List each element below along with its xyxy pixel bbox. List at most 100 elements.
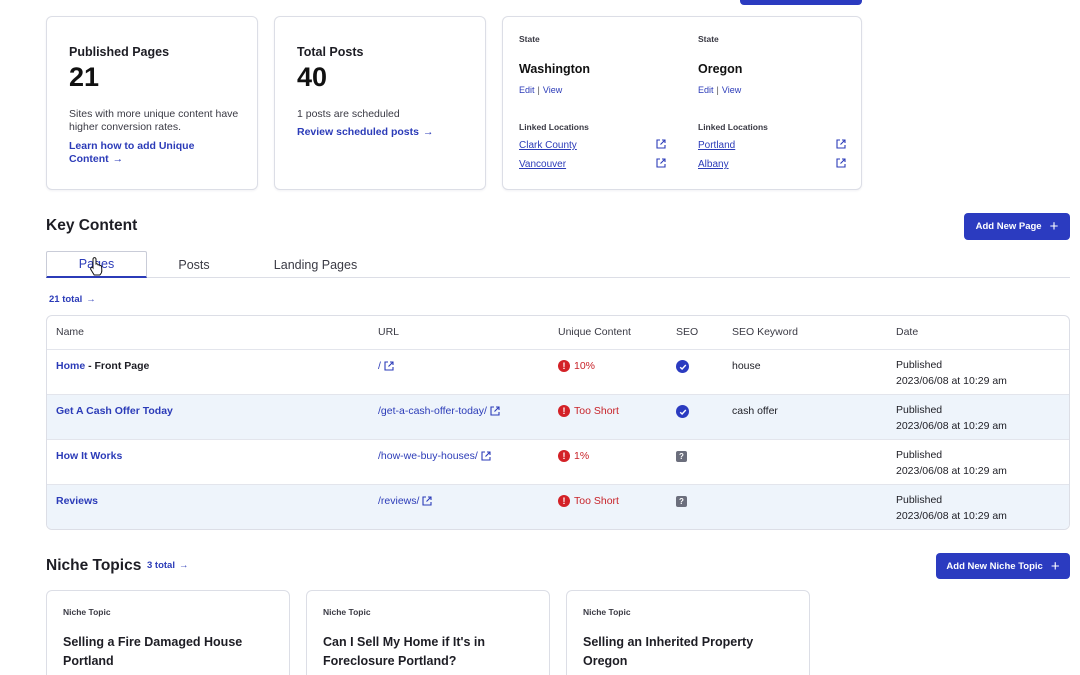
row-name: Get A Cash Offer Today	[56, 405, 173, 417]
view-link[interactable]: View	[543, 85, 562, 95]
niche-topic-card[interactable]: Niche Topic Selling an Inherited Propert…	[566, 590, 810, 675]
pages-total-label: 21 total	[49, 294, 83, 305]
niche-total-link[interactable]: 3 total →	[147, 560, 188, 571]
published-pages-count: 21	[69, 62, 100, 92]
column-header-url[interactable]: URL	[378, 326, 399, 338]
page-url[interactable]: /get-a-cash-offer-today/	[378, 405, 487, 417]
question-mark-icon: ?	[676, 451, 687, 462]
state-name-oregon: Oregon	[698, 62, 743, 76]
total-posts-desc: 1 posts are scheduled	[297, 108, 400, 120]
page-name-link[interactable]: Home	[56, 360, 85, 372]
table-row[interactable]: Get A Cash Offer Today /get-a-cash-offer…	[47, 394, 1069, 439]
row-date: Published 2023/06/08 at 10:29 am	[896, 492, 1007, 524]
location-link-clark-county[interactable]: Clark County	[519, 140, 577, 151]
row-seo: ?	[676, 450, 687, 462]
page-date: 2023/06/08 at 10:29 am	[896, 420, 1007, 432]
row-date: Published 2023/06/08 at 10:29 am	[896, 402, 1007, 434]
niche-total-label: 3 total	[147, 560, 175, 571]
arrow-right-icon: →	[422, 126, 434, 138]
edit-link[interactable]: Edit	[519, 85, 535, 95]
add-new-niche-topic-label: Add New Niche Topic	[946, 560, 1043, 572]
column-header-seo-keyword[interactable]: SEO Keyword	[732, 326, 798, 338]
row-date: Published 2023/06/08 at 10:29 am	[896, 447, 1007, 479]
page-status: Published	[896, 449, 943, 461]
location-link-vancouver[interactable]: Vancouver	[519, 159, 566, 170]
pages-total-link[interactable]: 21 total →	[49, 294, 96, 305]
page-date: 2023/06/08 at 10:29 am	[896, 375, 1007, 387]
unique-content-link-label: Learn how to add Unique Content	[69, 140, 195, 165]
page-name-link[interactable]: Get A Cash Offer Today	[56, 405, 173, 417]
location-link-albany[interactable]: Albany	[698, 159, 729, 170]
page-name-link[interactable]: How It Works	[56, 450, 122, 462]
column-header-seo[interactable]: SEO	[676, 326, 698, 338]
published-pages-desc: Sites with more unique content have high…	[69, 108, 239, 133]
view-link[interactable]: View	[722, 85, 741, 95]
row-unique-content: ! 10%	[558, 360, 595, 372]
top-action-button[interactable]	[740, 0, 862, 5]
alert-icon: !	[558, 405, 570, 417]
plus-icon: +	[1049, 218, 1059, 235]
niche-topic-label: Niche Topic	[63, 607, 111, 617]
row-unique-content: ! Too Short	[558, 495, 619, 507]
row-date: Published 2023/06/08 at 10:29 am	[896, 357, 1007, 389]
hand-cursor-icon	[90, 257, 103, 276]
external-link-icon[interactable]	[836, 139, 846, 149]
niche-topic-title: Selling a Fire Damaged House Portland	[63, 635, 243, 668]
external-link-icon[interactable]	[836, 158, 846, 168]
column-header-unique-content[interactable]: Unique Content	[558, 326, 631, 338]
page-url[interactable]: /	[378, 360, 381, 372]
table-row[interactable]: How It Works /how-we-buy-houses/ ! 1% ? P…	[47, 439, 1069, 484]
total-posts-title: Total Posts	[297, 45, 364, 59]
unique-content-value: 10%	[574, 360, 596, 372]
location-link-portland[interactable]: Portland	[698, 140, 735, 151]
page-date: 2023/06/08 at 10:29 am	[896, 510, 1007, 522]
add-new-page-button[interactable]: Add New Page +	[964, 213, 1070, 240]
published-pages-card: Published Pages 21 Sites with more uniqu…	[46, 16, 258, 190]
external-link-icon[interactable]	[422, 496, 432, 506]
state-actions: Edit | View	[698, 85, 742, 95]
column-header-date[interactable]: Date	[896, 326, 918, 338]
linked-locations-label: Linked Locations	[519, 122, 589, 132]
tab-posts[interactable]: Posts	[160, 251, 228, 278]
row-url[interactable]: /reviews/	[378, 495, 432, 507]
page-url[interactable]: /how-we-buy-houses/	[378, 450, 478, 462]
row-url[interactable]: /how-we-buy-houses/	[378, 450, 491, 462]
state-actions: Edit | View	[519, 85, 563, 95]
niche-topic-title: Selling an Inherited Property Oregon	[583, 635, 754, 668]
alert-icon: !	[558, 495, 570, 507]
page-name-link[interactable]: Reviews	[56, 495, 98, 507]
table-row[interactable]: Home - Front Page / ! 10% house Published…	[47, 349, 1069, 394]
edit-link[interactable]: Edit	[698, 85, 714, 95]
total-posts-count: 40	[297, 62, 328, 92]
external-link-icon[interactable]	[490, 406, 500, 416]
linked-locations-label: Linked Locations	[698, 122, 768, 132]
column-header-name[interactable]: Name	[56, 326, 84, 338]
pages-table: Name URL Unique Content SEO SEO Keyword …	[46, 315, 1070, 530]
row-seo-keyword: house	[732, 360, 761, 372]
alert-icon: !	[558, 450, 570, 462]
arrow-right-icon: →	[86, 294, 96, 305]
row-url[interactable]: /get-a-cash-offer-today/	[378, 405, 500, 417]
niche-topic-card[interactable]: Niche Topic Can I Sell My Home if It's i…	[306, 590, 550, 675]
unique-content-link[interactable]: Learn how to add Unique Content →	[69, 140, 229, 166]
published-pages-title: Published Pages	[69, 45, 170, 59]
external-link-icon[interactable]	[656, 158, 666, 168]
row-name: How It Works	[56, 450, 122, 462]
add-new-page-label: Add New Page	[975, 221, 1042, 232]
states-card: State Washington Edit | View Linked Locati…	[502, 16, 862, 190]
tab-landing-pages[interactable]: Landing Pages	[262, 251, 369, 278]
table-row[interactable]: Reviews /reviews/ ! Too Short ? Published…	[47, 484, 1069, 529]
niche-topic-label: Niche Topic	[583, 607, 631, 617]
arrow-right-icon: →	[112, 153, 124, 165]
row-url[interactable]: /	[378, 360, 394, 372]
add-new-niche-topic-button[interactable]: Add New Niche Topic +	[936, 553, 1070, 579]
state-label: State	[519, 34, 540, 44]
review-scheduled-link[interactable]: Review scheduled posts →	[297, 126, 457, 139]
external-link-icon[interactable]	[656, 139, 666, 149]
external-link-icon[interactable]	[481, 451, 491, 461]
row-name: Reviews	[56, 495, 98, 507]
state-label: State	[698, 34, 719, 44]
niche-topic-card[interactable]: Niche Topic Selling a Fire Damaged House…	[46, 590, 290, 675]
page-url[interactable]: /reviews/	[378, 495, 419, 507]
external-link-icon[interactable]	[384, 361, 394, 371]
